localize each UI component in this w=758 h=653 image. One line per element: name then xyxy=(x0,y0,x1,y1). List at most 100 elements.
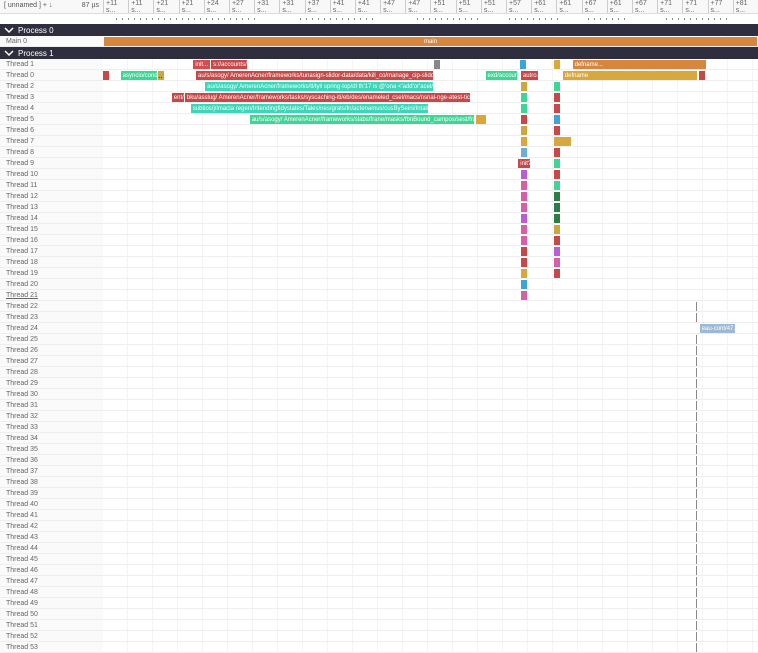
trace-span[interactable] xyxy=(554,137,571,146)
thread-track[interactable] xyxy=(103,356,758,366)
thread-track[interactable] xyxy=(103,290,758,300)
thread-track[interactable] xyxy=(103,246,758,256)
thread-label[interactable]: Thread 15 xyxy=(0,224,103,234)
thread-track[interactable] xyxy=(103,609,758,619)
trace-span[interactable]: s://accounts/ Acner... xyxy=(211,60,247,69)
trace-span[interactable]: init... xyxy=(193,60,210,69)
trace-span[interactable] xyxy=(521,181,527,190)
thread-track[interactable] xyxy=(103,576,758,586)
thread-label[interactable]: Thread 6 xyxy=(0,125,103,135)
thread-track[interactable] xyxy=(103,466,758,476)
thread-label[interactable]: Thread 2 xyxy=(0,81,103,91)
trace-span[interactable] xyxy=(521,203,527,212)
thread-label[interactable]: Thread 1 xyxy=(0,59,103,69)
trace-span[interactable] xyxy=(521,291,527,300)
trace-span[interactable]: defname xyxy=(563,71,697,80)
thread-label[interactable]: Thread 47 xyxy=(0,576,103,586)
thread-track[interactable] xyxy=(103,532,758,542)
section-header[interactable]: Process 0 xyxy=(0,24,758,36)
timeline-ticks[interactable]: +11 s...+11 s...+21 s...+21 s...+24 s...… xyxy=(103,0,758,13)
thread-label[interactable]: Thread 7 xyxy=(0,136,103,146)
thread-label[interactable]: Thread 46 xyxy=(0,565,103,575)
thread-track[interactable] xyxy=(103,301,758,311)
trace-span[interactable]: bku/asslug/ AmerenAcner/frameworks/tasks… xyxy=(185,93,470,102)
thread-track[interactable] xyxy=(103,422,758,432)
thread-track[interactable] xyxy=(103,554,758,564)
thread-track[interactable]: init? xyxy=(103,158,758,168)
thread-track[interactable] xyxy=(103,598,758,608)
trace-span[interactable] xyxy=(554,269,560,278)
trace-span[interactable]: au/s/asogy/ AmerenAcner/frameworks/tl/ty… xyxy=(205,82,433,91)
thread-label[interactable]: Thread 19 xyxy=(0,268,103,278)
thread-track[interactable] xyxy=(103,180,758,190)
thread-label[interactable]: Thread 0 xyxy=(0,70,103,80)
trace-span[interactable]: asyncio/cond... xyxy=(121,71,157,80)
thread-track[interactable]: subtios/j/imacta regen/Intendingfidystat… xyxy=(103,103,758,113)
thread-track[interactable] xyxy=(103,125,758,135)
thread-label[interactable]: Thread 50 xyxy=(0,609,103,619)
thread-track[interactable] xyxy=(103,334,758,344)
thread-label[interactable]: Thread 32 xyxy=(0,411,103,421)
trace-span[interactable] xyxy=(521,93,527,102)
trace-span[interactable] xyxy=(521,247,527,256)
trace-span[interactable] xyxy=(554,126,560,135)
thread-label[interactable]: Thread 44 xyxy=(0,543,103,553)
thread-track[interactable] xyxy=(103,444,758,454)
trace-span[interactable] xyxy=(521,192,527,201)
thread-label[interactable]: Thread 26 xyxy=(0,345,103,355)
thread-label[interactable]: Thread 11 xyxy=(0,180,103,190)
trace-span[interactable] xyxy=(521,115,527,124)
trace-span[interactable]: init? xyxy=(518,159,530,168)
thread-track[interactable] xyxy=(103,631,758,641)
thread-label[interactable]: Thread 3 xyxy=(0,92,103,102)
trace-span[interactable] xyxy=(520,60,526,69)
trace-span[interactable] xyxy=(521,104,527,113)
thread-label[interactable]: Thread 45 xyxy=(0,554,103,564)
trace-span[interactable] xyxy=(521,214,527,223)
thread-label[interactable]: Thread 48 xyxy=(0,587,103,597)
trace-span[interactable] xyxy=(521,280,527,289)
trace-span[interactable]: autro... xyxy=(521,71,538,80)
trace-span[interactable] xyxy=(521,170,527,179)
thread-track[interactable] xyxy=(103,389,758,399)
thread-label[interactable]: Thread 30 xyxy=(0,389,103,399)
trace-span[interactable]: defname... xyxy=(573,60,706,69)
thread-label[interactable]: Thread 51 xyxy=(0,620,103,630)
trace-span[interactable] xyxy=(521,82,527,91)
thread-label[interactable]: Thread 35 xyxy=(0,444,103,454)
thread-label[interactable]: Thread 16 xyxy=(0,235,103,245)
thread-track[interactable] xyxy=(103,169,758,179)
thread-label[interactable]: Thread 25 xyxy=(0,334,103,344)
thread-track[interactable] xyxy=(103,279,758,289)
thread-label[interactable]: Thread 28 xyxy=(0,367,103,377)
trace-span[interactable]: exd/accounts... xyxy=(486,71,517,80)
thread-track[interactable] xyxy=(103,312,758,322)
trace-span[interactable] xyxy=(521,269,527,278)
thread-track[interactable] xyxy=(103,191,758,201)
trace-span[interactable]: au/s/asogy/ AmerenAcner/frameworks/tunas… xyxy=(196,71,433,80)
thread-track[interactable] xyxy=(103,565,758,575)
trace-span[interactable] xyxy=(521,258,527,267)
trace-span[interactable] xyxy=(554,82,560,91)
thread-track[interactable] xyxy=(103,147,758,157)
trace-span[interactable] xyxy=(554,60,560,69)
thread-track[interactable] xyxy=(103,378,758,388)
trace-span[interactable]: eau-cont/47...*bk... xyxy=(700,324,735,333)
thread-track[interactable] xyxy=(103,477,758,487)
thread-track[interactable] xyxy=(103,455,758,465)
trace-span[interactable] xyxy=(554,148,560,157)
thread-track[interactable] xyxy=(103,488,758,498)
thread-track[interactable]: main xyxy=(103,36,758,46)
trace-span[interactable] xyxy=(521,126,527,135)
thread-track[interactable] xyxy=(103,521,758,531)
thread-label[interactable]: Thread 52 xyxy=(0,631,103,641)
trace-span[interactable] xyxy=(554,203,560,212)
trace-span[interactable]: au/s/asogy/ AmerenAcner/frameworks/slabs… xyxy=(250,115,475,124)
thread-track[interactable] xyxy=(103,499,758,509)
trace-span[interactable] xyxy=(554,115,560,124)
thread-track[interactable]: asyncio/cond.....au/s/asogy/ AmerenAcner… xyxy=(103,70,758,80)
thread-track[interactable] xyxy=(103,642,758,652)
thread-label[interactable]: Thread 36 xyxy=(0,455,103,465)
trace-span[interactable] xyxy=(554,236,560,245)
trace-span[interactable] xyxy=(554,181,560,190)
